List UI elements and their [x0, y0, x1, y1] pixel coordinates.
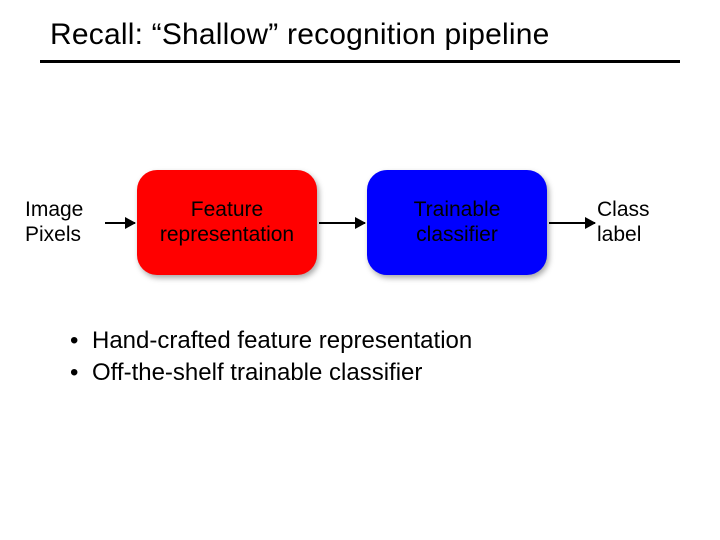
bullet-icon: • — [70, 325, 92, 357]
title-underline — [40, 60, 680, 63]
pipeline-stage-trainable-classifier: Trainableclassifier — [367, 170, 547, 275]
slide: Recall: “Shallow” recognition pipeline I… — [0, 0, 720, 540]
bullet-icon: • — [70, 357, 92, 389]
pipeline-output-label: Classlabel — [597, 198, 667, 246]
slide-title: Recall: “Shallow” recognition pipeline — [50, 18, 550, 52]
pipeline-stage1-label: Featurerepresentation — [160, 198, 294, 246]
arrow-icon — [105, 222, 135, 224]
arrow-icon — [319, 222, 365, 224]
bullet-text: Hand-crafted feature representation — [92, 325, 472, 357]
arrow-icon — [549, 222, 595, 224]
pipeline-stage-feature-representation: Featurerepresentation — [137, 170, 317, 275]
list-item: • Off-the-shelf trainable classifier — [70, 357, 472, 389]
pipeline-diagram: ImagePixels Featurerepresentation Traina… — [25, 165, 705, 280]
list-item: • Hand-crafted feature representation — [70, 325, 472, 357]
bullet-list: • Hand-crafted feature representation • … — [70, 325, 472, 390]
pipeline-stage2-label: Trainableclassifier — [414, 198, 501, 246]
bullet-text: Off-the-shelf trainable classifier — [92, 357, 422, 389]
pipeline-input-label: ImagePixels — [25, 198, 103, 246]
